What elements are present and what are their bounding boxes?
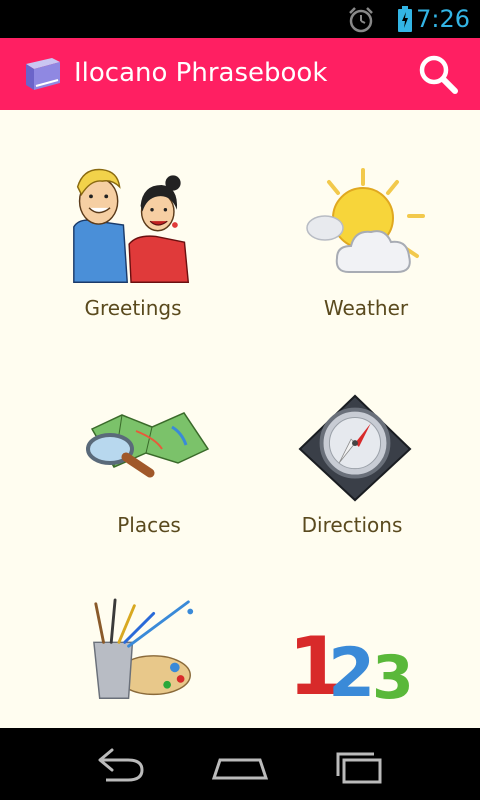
tile-label: Weather — [323, 296, 409, 320]
alarm-icon — [349, 7, 373, 33]
numbers-123-icon: 1 2 3 — [288, 624, 414, 704]
tile-numbers[interactable]: 1 2 3 — [240, 540, 480, 728]
tile-arts[interactable] — [0, 540, 240, 728]
battery-icon — [398, 6, 412, 32]
navigation-bar — [0, 728, 480, 800]
tile-label: Greetings — [84, 296, 182, 320]
app-title: Ilocano Phrasebook — [74, 58, 328, 88]
map-magnifier-icon — [86, 412, 210, 478]
sun-cloud-icon — [306, 168, 425, 273]
tile-places[interactable]: Places — [0, 325, 240, 540]
tile-directions[interactable]: Directions — [240, 325, 480, 540]
category-grid: Greetings Weather Places Directions 1 2 … — [0, 110, 480, 728]
svg-text:3: 3 — [372, 643, 414, 704]
search-icon[interactable] — [416, 52, 460, 96]
paint-brushes-icon — [93, 598, 194, 699]
greetings-couple-icon — [73, 168, 190, 283]
app-bar: Ilocano Phrasebook — [0, 38, 480, 110]
status-bar: 7:26 — [0, 0, 480, 38]
recents-icon[interactable] — [330, 746, 390, 786]
tile-greetings[interactable]: Greetings — [0, 110, 240, 325]
clock-time: 7:26 — [416, 5, 470, 33]
tile-weather[interactable]: Weather — [240, 110, 480, 325]
svg-text:2: 2 — [328, 634, 375, 704]
back-icon[interactable] — [88, 746, 148, 786]
compass-icon — [298, 394, 412, 502]
book-icon — [26, 58, 60, 90]
tile-label: Directions — [301, 513, 403, 537]
home-icon[interactable] — [210, 746, 270, 786]
